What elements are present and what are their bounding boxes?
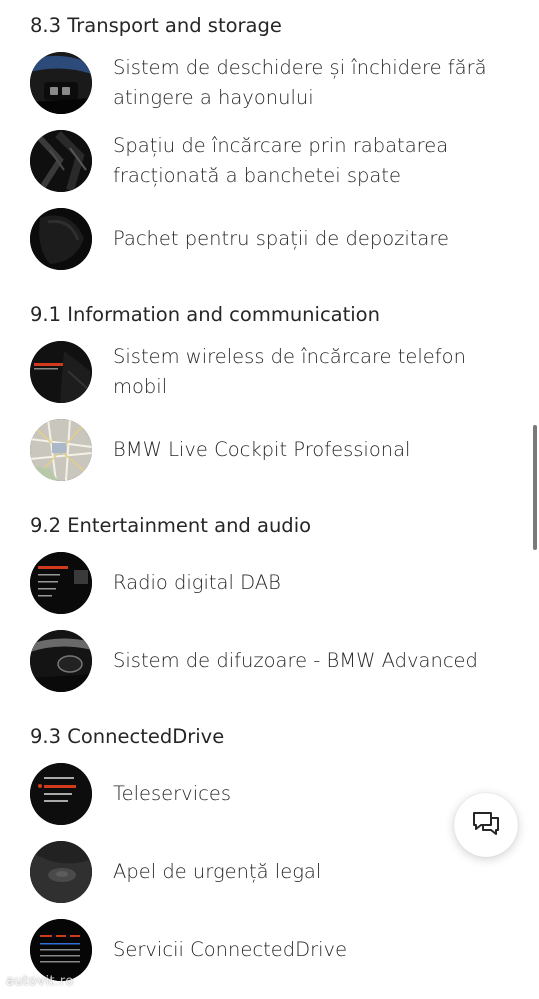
item-label: Sistem wireless de încărcare telefon mob… <box>113 345 466 398</box>
list-item-speakers[interactable]: Sistem de difuzoare - BMW Advanced <box>30 630 510 692</box>
list-item-storage[interactable]: Pachet pentru spații de depozitare <box>30 208 510 270</box>
thumbnail-wireless-charging <box>30 341 92 403</box>
list-item-radio-dab[interactable]: Radio digital DAB <box>30 552 510 614</box>
thumbnail-rear-seat <box>30 130 92 192</box>
list-item-wireless-charging[interactable]: Sistem wireless de încărcare telefon mob… <box>30 341 510 403</box>
thumbnail-live-cockpit <box>30 419 92 481</box>
scrollbar[interactable] <box>531 0 539 999</box>
item-label: Sistem de difuzoare - BMW Advanced <box>113 649 478 672</box>
item-label: Teleservices <box>113 782 232 805</box>
item-label: Servicii ConnectedDrive <box>113 938 348 961</box>
thumbnail-radio-dab <box>30 552 92 614</box>
item-label: Spațiu de încărcare prin rabatarea fracț… <box>113 134 449 187</box>
list-item-rear-seat[interactable]: Spațiu de încărcare prin rabatarea fracț… <box>30 130 510 192</box>
thumbnail-speakers <box>30 630 92 692</box>
thumbnail-tailgate <box>30 52 92 114</box>
section-title-information-communication: 9.1 Information and communication <box>30 303 380 326</box>
item-label: Apel de urgență legal <box>113 860 322 883</box>
section-title-entertainment-audio: 9.2 Entertainment and audio <box>30 514 312 537</box>
item-label: Sistem de deschidere și închidere fără a… <box>113 56 487 109</box>
item-label: Radio digital DAB <box>113 571 281 594</box>
chat-button[interactable] <box>454 793 518 857</box>
list-item-emergency-call[interactable]: Apel de urgență legal <box>30 841 510 903</box>
item-label: Pachet pentru spații de depozitare <box>113 227 449 250</box>
section-title-connecteddrive: 9.3 ConnectedDrive <box>30 725 225 748</box>
list-item-connecteddrive-services[interactable]: Servicii ConnectedDrive <box>30 919 510 981</box>
scrollbar-thumb[interactable] <box>533 425 537 550</box>
list-item-teleservices[interactable]: Teleservices <box>30 763 510 825</box>
list-item-live-cockpit[interactable]: BMW Live Cockpit Professional <box>30 419 510 481</box>
section-title-transport-storage: 8.3 Transport and storage <box>30 14 282 37</box>
chat-bubbles-icon <box>472 810 500 840</box>
item-label: BMW Live Cockpit Professional <box>113 438 411 461</box>
watermark: autovit.ro <box>6 974 74 989</box>
thumbnail-connecteddrive-services <box>30 919 92 981</box>
thumbnail-teleservices <box>30 763 92 825</box>
list-item-tailgate[interactable]: Sistem de deschidere și închidere fără a… <box>30 52 510 114</box>
thumbnail-storage <box>30 208 92 270</box>
thumbnail-emergency-call <box>30 841 92 903</box>
